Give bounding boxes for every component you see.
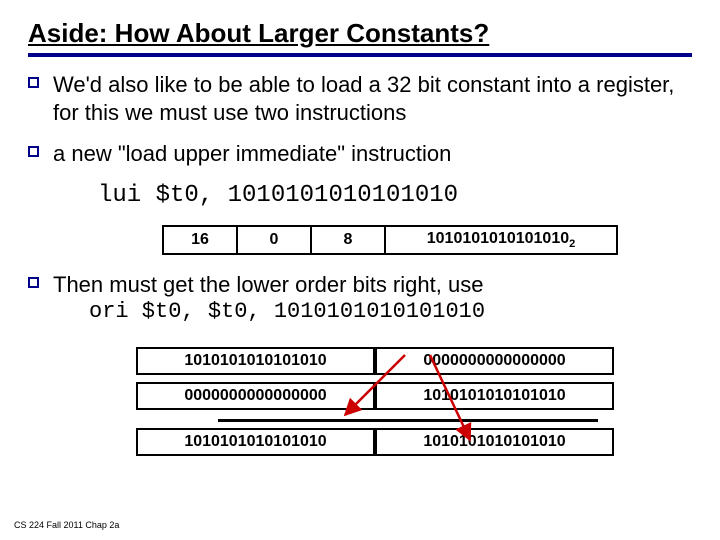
table-row: 1010101010101010 1010101010101010 xyxy=(136,428,614,456)
table-row: 0000000000000000 1010101010101010 xyxy=(136,382,614,410)
reg3-high: 1010101010101010 xyxy=(136,428,375,456)
slide-footer: CS 224 Fall 2011 Chap 2a xyxy=(14,520,119,530)
code-lui: lui $t0, 1010101010101010 xyxy=(98,182,692,209)
enc-imm-base: 2 xyxy=(569,238,575,250)
table-row: 16 0 8 10101010101010102 xyxy=(163,226,617,254)
enc-imm-bits: 1010101010101010 xyxy=(427,230,569,247)
enc-rs: 0 xyxy=(237,226,311,254)
bullet-2-text: a new "load upper immediate" instruction xyxy=(53,140,692,168)
reg3-low: 1010101010101010 xyxy=(375,428,614,456)
bullet-square-icon xyxy=(28,77,39,88)
table-row: 1010101010101010 0000000000000000 xyxy=(136,347,614,375)
reg1-high: 1010101010101010 xyxy=(136,347,375,375)
enc-rt: 8 xyxy=(311,226,385,254)
reg1-low: 0000000000000000 xyxy=(375,347,614,375)
title-underline xyxy=(28,53,692,57)
reg2-high: 0000000000000000 xyxy=(136,382,375,410)
operation-divider xyxy=(218,419,598,422)
code-ori: ori $t0, $t0, 1010101010101010 xyxy=(89,298,485,326)
bullet-square-icon xyxy=(28,146,39,157)
instruction-encoding-table: 16 0 8 10101010101010102 xyxy=(162,225,618,255)
bullet-3: Then must get the lower order bits right… xyxy=(28,271,692,326)
bullet-3-text: Then must get the lower order bits right… xyxy=(53,271,485,299)
reg2-low: 1010101010101010 xyxy=(375,382,614,410)
register-diagram: 1010101010101010 0000000000000000 000000… xyxy=(136,340,614,417)
bullet-1-text: We'd also like to be able to load a 32 b… xyxy=(53,71,692,126)
enc-opcode: 16 xyxy=(163,226,237,254)
enc-immediate: 10101010101010102 xyxy=(385,226,617,254)
bullet-1: We'd also like to be able to load a 32 b… xyxy=(28,71,692,126)
bullet-2: a new "load upper immediate" instruction xyxy=(28,140,692,168)
slide-title: Aside: How About Larger Constants? xyxy=(28,18,692,49)
register-result: 1010101010101010 1010101010101010 xyxy=(136,424,614,460)
bullet-square-icon xyxy=(28,277,39,288)
